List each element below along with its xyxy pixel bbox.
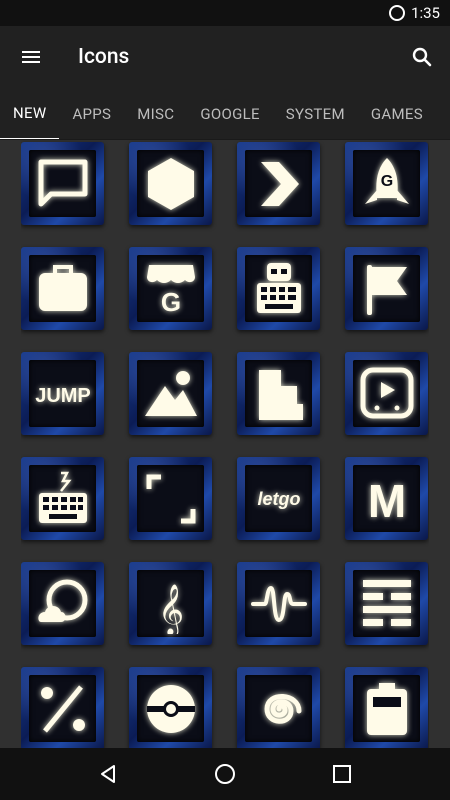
treble-clef-icon: 𝄞 bbox=[157, 584, 183, 634]
status-bar: 1:35 bbox=[0, 0, 450, 26]
tab-bar: NEW APPS MISC GOOGLE SYSTEM GAMES bbox=[0, 88, 450, 140]
tab-new[interactable]: NEW bbox=[0, 88, 60, 139]
search-button[interactable] bbox=[394, 26, 450, 88]
icon-tile[interactable]: JUMP bbox=[21, 352, 104, 435]
icon-tile[interactable] bbox=[21, 457, 104, 540]
svg-text:letgo: letgo bbox=[257, 489, 300, 509]
svg-text:G: G bbox=[160, 287, 180, 317]
svg-text:M: M bbox=[367, 475, 405, 527]
tab-apps[interactable]: APPS bbox=[59, 88, 124, 139]
svg-text:G: G bbox=[380, 173, 392, 190]
icon-tile[interactable]: G bbox=[129, 247, 212, 330]
page-title: Icons bbox=[78, 45, 130, 69]
icon-tile[interactable] bbox=[345, 562, 428, 645]
icon-tile[interactable]: G bbox=[345, 142, 428, 225]
hexagram-icon bbox=[362, 579, 411, 626]
mountains-icon bbox=[144, 370, 197, 416]
chevron-right-icon bbox=[260, 161, 299, 206]
tv-video-icon bbox=[360, 367, 413, 418]
icon-tile[interactable] bbox=[237, 142, 320, 225]
spiral-icon bbox=[263, 693, 301, 724]
icon-tile[interactable]: letgo bbox=[237, 457, 320, 540]
icon-tile[interactable] bbox=[129, 352, 212, 435]
icon-tile[interactable] bbox=[345, 352, 428, 435]
m-logo-icon: M bbox=[367, 475, 405, 527]
weather-icon bbox=[37, 579, 87, 622]
icon-tile[interactable]: 𝄞 bbox=[129, 562, 212, 645]
tab-misc[interactable]: MISC bbox=[124, 88, 187, 139]
icon-tile[interactable]: M bbox=[345, 457, 428, 540]
icon-tile[interactable] bbox=[21, 562, 104, 645]
pokeball-icon bbox=[146, 684, 195, 733]
svg-text:𝄞: 𝄞 bbox=[157, 584, 183, 634]
icon-tile[interactable] bbox=[345, 667, 428, 748]
status-circle-icon bbox=[389, 5, 406, 21]
briefcase-icon bbox=[38, 264, 87, 311]
search-icon bbox=[412, 47, 432, 67]
home-button[interactable] bbox=[195, 748, 255, 800]
clipboard-icon bbox=[366, 682, 407, 735]
back-triangle-icon bbox=[101, 765, 116, 783]
chat-icon bbox=[38, 159, 87, 206]
flag-icon bbox=[366, 264, 407, 315]
app-toolbar: Icons bbox=[0, 26, 450, 88]
status-time: 1:35 bbox=[411, 4, 440, 22]
rocket-g-icon: G bbox=[364, 157, 409, 204]
waveform-icon bbox=[250, 585, 307, 622]
menu-button[interactable] bbox=[0, 26, 62, 88]
keyboard-icon bbox=[38, 471, 87, 523]
letgo-icon: letgo bbox=[257, 489, 300, 509]
back-button[interactable] bbox=[78, 748, 138, 800]
home-circle-icon bbox=[214, 764, 235, 784]
google-store-icon: G bbox=[146, 264, 195, 317]
icon-tile[interactable] bbox=[237, 352, 320, 435]
jump-icon: JUMP bbox=[35, 385, 91, 407]
robot-keyboard-icon bbox=[256, 262, 301, 313]
tab-games[interactable]: GAMES bbox=[358, 88, 436, 139]
icon-tile[interactable] bbox=[237, 667, 320, 748]
icon-tile[interactable] bbox=[345, 247, 428, 330]
icon-tile[interactable] bbox=[21, 142, 104, 225]
percent-icon bbox=[40, 684, 85, 733]
recents-button[interactable] bbox=[312, 748, 372, 800]
hexagon-icon bbox=[147, 157, 194, 210]
buildings-icon bbox=[258, 369, 303, 420]
icon-tile[interactable] bbox=[237, 247, 320, 330]
icon-tile[interactable] bbox=[21, 247, 104, 330]
system-nav-bar bbox=[0, 748, 450, 800]
icon-tile[interactable] bbox=[129, 667, 212, 748]
icon-tile[interactable] bbox=[129, 142, 212, 225]
icon-tile[interactable] bbox=[237, 562, 320, 645]
tab-google[interactable]: GOOGLE bbox=[187, 88, 272, 139]
tab-system[interactable]: SYSTEM bbox=[273, 88, 358, 139]
icon-tile[interactable] bbox=[129, 457, 212, 540]
hamburger-menu-icon bbox=[22, 51, 40, 63]
crop-frame-icon bbox=[146, 474, 195, 523]
icon-tile[interactable] bbox=[21, 667, 104, 748]
icon-grid: G G JUMP letgo M 𝄞 bbox=[21, 140, 429, 748]
recents-square-icon bbox=[332, 765, 351, 783]
svg-text:JUMP: JUMP bbox=[35, 385, 91, 407]
